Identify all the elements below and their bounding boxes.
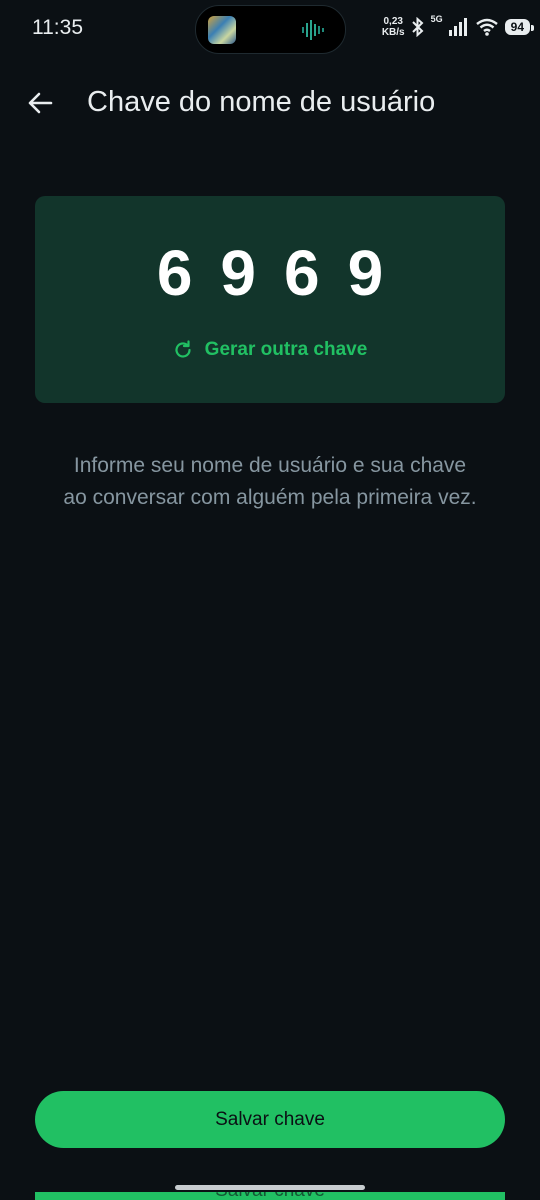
home-indicator[interactable]: [175, 1185, 365, 1190]
page-title: Chave do nome de usuário: [87, 86, 436, 118]
key-digit: 9: [347, 237, 384, 309]
bottom-button-preview-label: Salvar chave: [35, 1192, 505, 1200]
signal-icon: [448, 18, 467, 36]
app-bar: Chave do nome de usuário: [0, 74, 540, 132]
bottom-button-preview: Salvar chave: [35, 1192, 505, 1200]
bluetooth-icon: [411, 17, 424, 37]
key-digit: 6: [284, 237, 320, 309]
dynamic-island[interactable]: [195, 5, 346, 54]
wifi-icon: [475, 18, 498, 36]
username-key-card: 6 9 6 9 Gerar outra chave: [35, 196, 505, 403]
key-digit: 9: [220, 237, 256, 309]
arrow-left-icon: [28, 92, 53, 114]
save-key-button[interactable]: Salvar chave: [35, 1091, 505, 1148]
generate-new-key-button[interactable]: Gerar outra chave: [35, 339, 505, 361]
system-icons: 0,23 KB/s 5G 94: [381, 12, 535, 42]
battery-indicator: 94: [504, 19, 535, 35]
network-speed: 0,23 KB/s: [381, 16, 405, 38]
status-bar: 11:35 0,23 KB/s 5G 94: [0, 0, 540, 56]
refresh-icon: [175, 340, 191, 358]
clock: 11:35: [32, 16, 83, 39]
key-digit: 6: [156, 237, 193, 309]
key-digits: 6 9 6 9: [35, 236, 505, 310]
audio-wave-icon: [302, 20, 324, 40]
network-type: 5G: [430, 14, 443, 24]
info-text-line: Informe seu nome de usuário e sua chave: [73, 454, 467, 477]
album-art-thumbnail: [208, 16, 236, 44]
info-text-line: ao conversar com alguém pela primeira ve…: [63, 486, 477, 509]
generate-new-key-label: Gerar outra chave: [204, 339, 368, 360]
info-text: Informe seu nome de usuário e sua chave …: [20, 450, 520, 514]
back-button[interactable]: [20, 83, 60, 123]
